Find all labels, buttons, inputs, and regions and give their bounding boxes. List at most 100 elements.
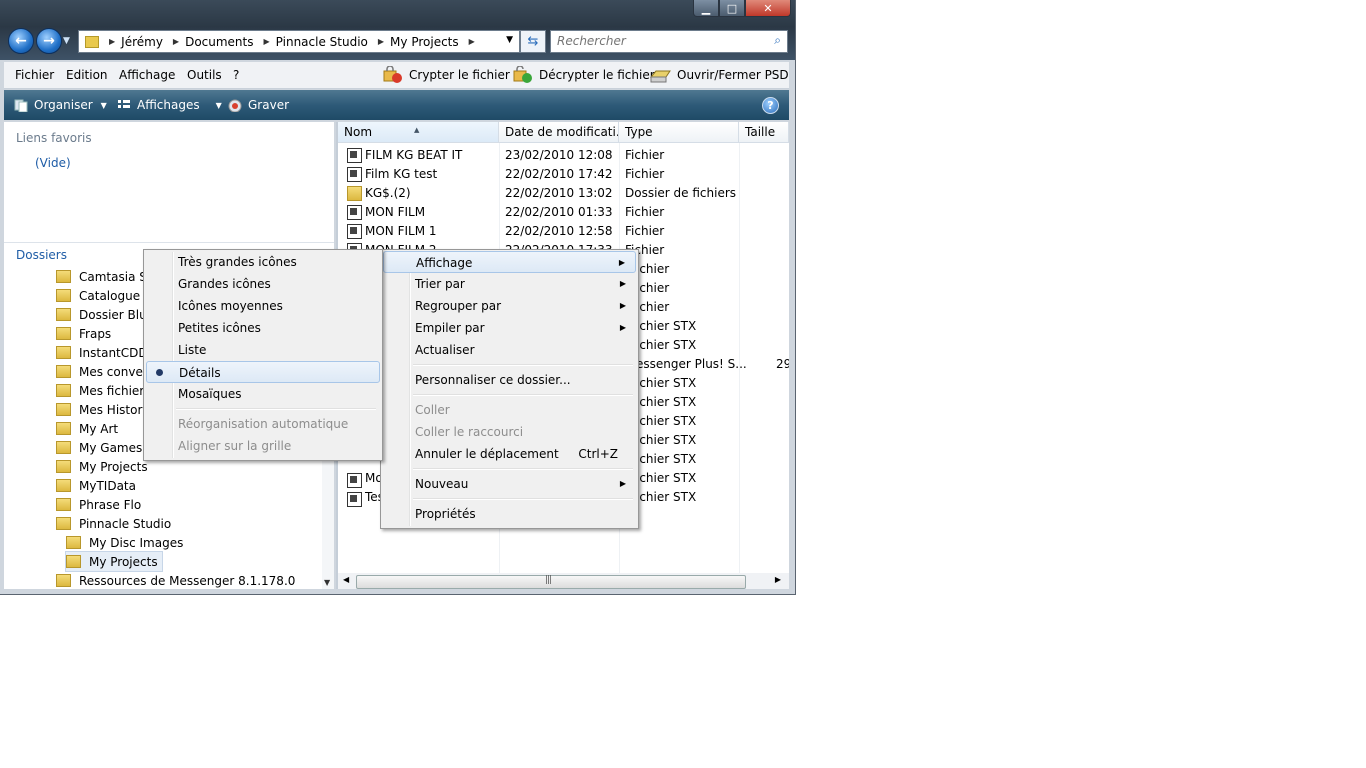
tree-item[interactable]: InstantCDDV [56,343,156,362]
tree-item[interactable]: Fraps [56,324,111,343]
file-row[interactable]: KG$.(2) 22/02/2010 13:02 Dossier de fich… [338,184,789,203]
address-dropdown-icon[interactable]: ▼ [506,35,513,45]
file-row[interactable]: Film KG test 22/02/2010 17:42 Fichier [338,165,789,184]
breadcrumb-item[interactable]: Jérémy [121,35,163,49]
horizontal-scrollbar[interactable]: ◀ ||| ▶ [338,573,789,589]
submenu-item-petites-icones[interactable]: Petites icônes [146,317,380,339]
minimize-button[interactable]: ▁ [693,0,719,17]
tree-item-label: Ressources de Messenger 8.1.178.0 [79,573,296,588]
menu-item-label: Grandes icônes [178,277,271,291]
tree-item[interactable]: Phrase Flo [56,495,141,514]
menu-item-proprietes[interactable]: Propriétés [383,503,636,525]
submenu-item-liste[interactable]: Liste [146,339,380,361]
submenu-item-tres-grandes-icones[interactable]: Très grandes icônes [146,251,380,273]
chevron-right-icon[interactable]: ▶ [109,37,115,46]
menu-item-label: Nouveau [415,477,469,491]
menu-item-empiler-par[interactable]: Empiler par ▶ [383,317,636,339]
menu-item-trier-par[interactable]: Trier par ▶ [383,273,636,295]
menu-affichage[interactable]: Affichage [119,68,175,82]
maximize-button[interactable]: □ [719,0,745,17]
tree-item-label: MyTIData [79,478,136,493]
folder-icon [56,441,71,454]
search-icon[interactable]: ⌕ [774,33,781,48]
chevron-right-icon[interactable]: ▶ [469,37,475,46]
breadcrumb-item[interactable]: My Projects [390,35,459,49]
scroll-thumb[interactable]: ||| [356,575,746,589]
submenu-item-mosaiques[interactable]: Mosaïques [146,383,380,405]
chevron-right-icon[interactable]: ▶ [264,37,270,46]
scroll-right-icon[interactable]: ▶ [775,575,781,584]
tree-item-label: Pinnacle Studio [79,516,172,531]
menu-item-annuler[interactable]: Annuler le déplacement Ctrl+Z [383,443,636,465]
tree-item-selected[interactable]: My Projects [65,551,163,572]
psd-toggle-button[interactable]: Ouvrir/Fermer PSD [650,66,789,84]
file-type-fragment: ichier STX [636,471,697,485]
menu-item-coller[interactable]: Coller [383,399,636,421]
menu-item-label: Très grandes icônes [178,255,297,269]
search-input[interactable] [551,31,757,50]
views-button[interactable]: Affichages ▼ [117,98,222,112]
decrypt-file-button[interactable]: Décrypter le fichier [512,66,655,84]
menu-item-label: Liste [178,343,207,357]
tree-item[interactable]: Mes fichiers [56,381,150,400]
tree-item[interactable]: Catalogue Sr [56,286,156,305]
breadcrumb: ▶ Jérémy ▶ Documents ▶ Pinnacle Studio ▶… [105,35,481,49]
menu-item-actualiser[interactable]: Actualiser [383,339,636,361]
column-header-date[interactable]: Date de modificati... [499,122,619,143]
refresh-button[interactable]: ⇆ [520,30,546,53]
breadcrumb-item[interactable]: Pinnacle Studio [276,35,368,49]
tree-item[interactable]: My Games [56,438,142,457]
file-row[interactable]: FILM KG BEAT IT 23/02/2010 12:08 Fichier [338,146,789,165]
scroll-left-icon[interactable]: ◀ [343,575,349,584]
menu-fichier[interactable]: Fichier [15,68,54,82]
folder-icon [56,308,71,321]
file-row[interactable]: MON FILM 1 22/02/2010 12:58 Fichier [338,222,789,241]
chevron-right-icon[interactable]: ▶ [378,37,384,46]
encrypt-file-button[interactable]: Crypter le fichier [382,66,510,84]
column-header-name[interactable]: ▲ Nom [338,122,499,143]
menu-edition[interactable]: Edition [66,68,108,82]
menu-item-personnaliser[interactable]: Personnaliser ce dossier... [383,369,636,391]
submenu-item-reorganisation[interactable]: Réorganisation automatique [146,413,380,435]
tree-item[interactable]: Mes convers [56,362,154,381]
file-name: MON FILM [365,205,426,219]
file-type-fragment: ichier STX [636,395,697,409]
column-header-type[interactable]: Type [619,122,739,143]
tree-item[interactable]: Ressources de Messenger 8.1.178.0 [56,571,295,590]
submenu-item-details[interactable]: Détails [146,361,380,383]
close-button[interactable]: ✕ [745,0,791,17]
submenu-item-aligner[interactable]: Aligner sur la grille [146,435,380,457]
file-type-fragment: ichier [636,262,670,276]
tree-item[interactable]: My Disc Images [66,533,183,552]
file-row[interactable]: MON FILM 22/02/2010 01:33 Fichier [338,203,789,222]
file-type-fragment: ichier STX [636,433,697,447]
breadcrumb-item[interactable]: Documents [185,35,253,49]
menu-help[interactable]: ? [233,68,239,82]
menu-item-coller-raccourci[interactable]: Coller le raccourci [383,421,636,443]
tree-item[interactable]: MyTIData [56,476,136,495]
recent-pages-dropdown[interactable]: ▼ [63,36,70,46]
file-type-fragment: ichier STX [636,338,697,352]
folder-icon [56,517,71,530]
tree-item[interactable]: Mes Historiq [56,400,153,419]
scroll-down-icon[interactable]: ▼ [324,578,330,587]
submenu-item-grandes-icones[interactable]: Grandes icônes [146,273,380,295]
address-bar[interactable]: ▶ Jérémy ▶ Documents ▶ Pinnacle Studio ▶… [78,30,520,53]
forward-button[interactable]: → [36,28,62,54]
submenu-item-icones-moyennes[interactable]: Icônes moyennes [146,295,380,317]
burn-button[interactable]: Graver [228,98,289,112]
refresh-icon: ⇆ [527,34,539,49]
menu-item-affichage[interactable]: Affichage ▶ [383,251,636,273]
menu-outils[interactable]: Outils [187,68,222,82]
chevron-right-icon[interactable]: ▶ [173,37,179,46]
back-button[interactable]: ← [8,28,34,54]
tree-item[interactable]: Pinnacle Studio [56,514,171,533]
menu-item-regrouper-par[interactable]: Regrouper par ▶ [383,295,636,317]
tree-item[interactable]: My Art [56,419,118,438]
menu-item-nouveau[interactable]: Nouveau ▶ [383,473,636,495]
tree-item[interactable]: My Projects [56,457,148,476]
column-header-size[interactable]: Taille [739,122,789,143]
film-file-icon [347,148,362,163]
help-button[interactable]: ? [762,97,779,114]
organize-button[interactable]: Organiser ▼ [14,98,107,112]
